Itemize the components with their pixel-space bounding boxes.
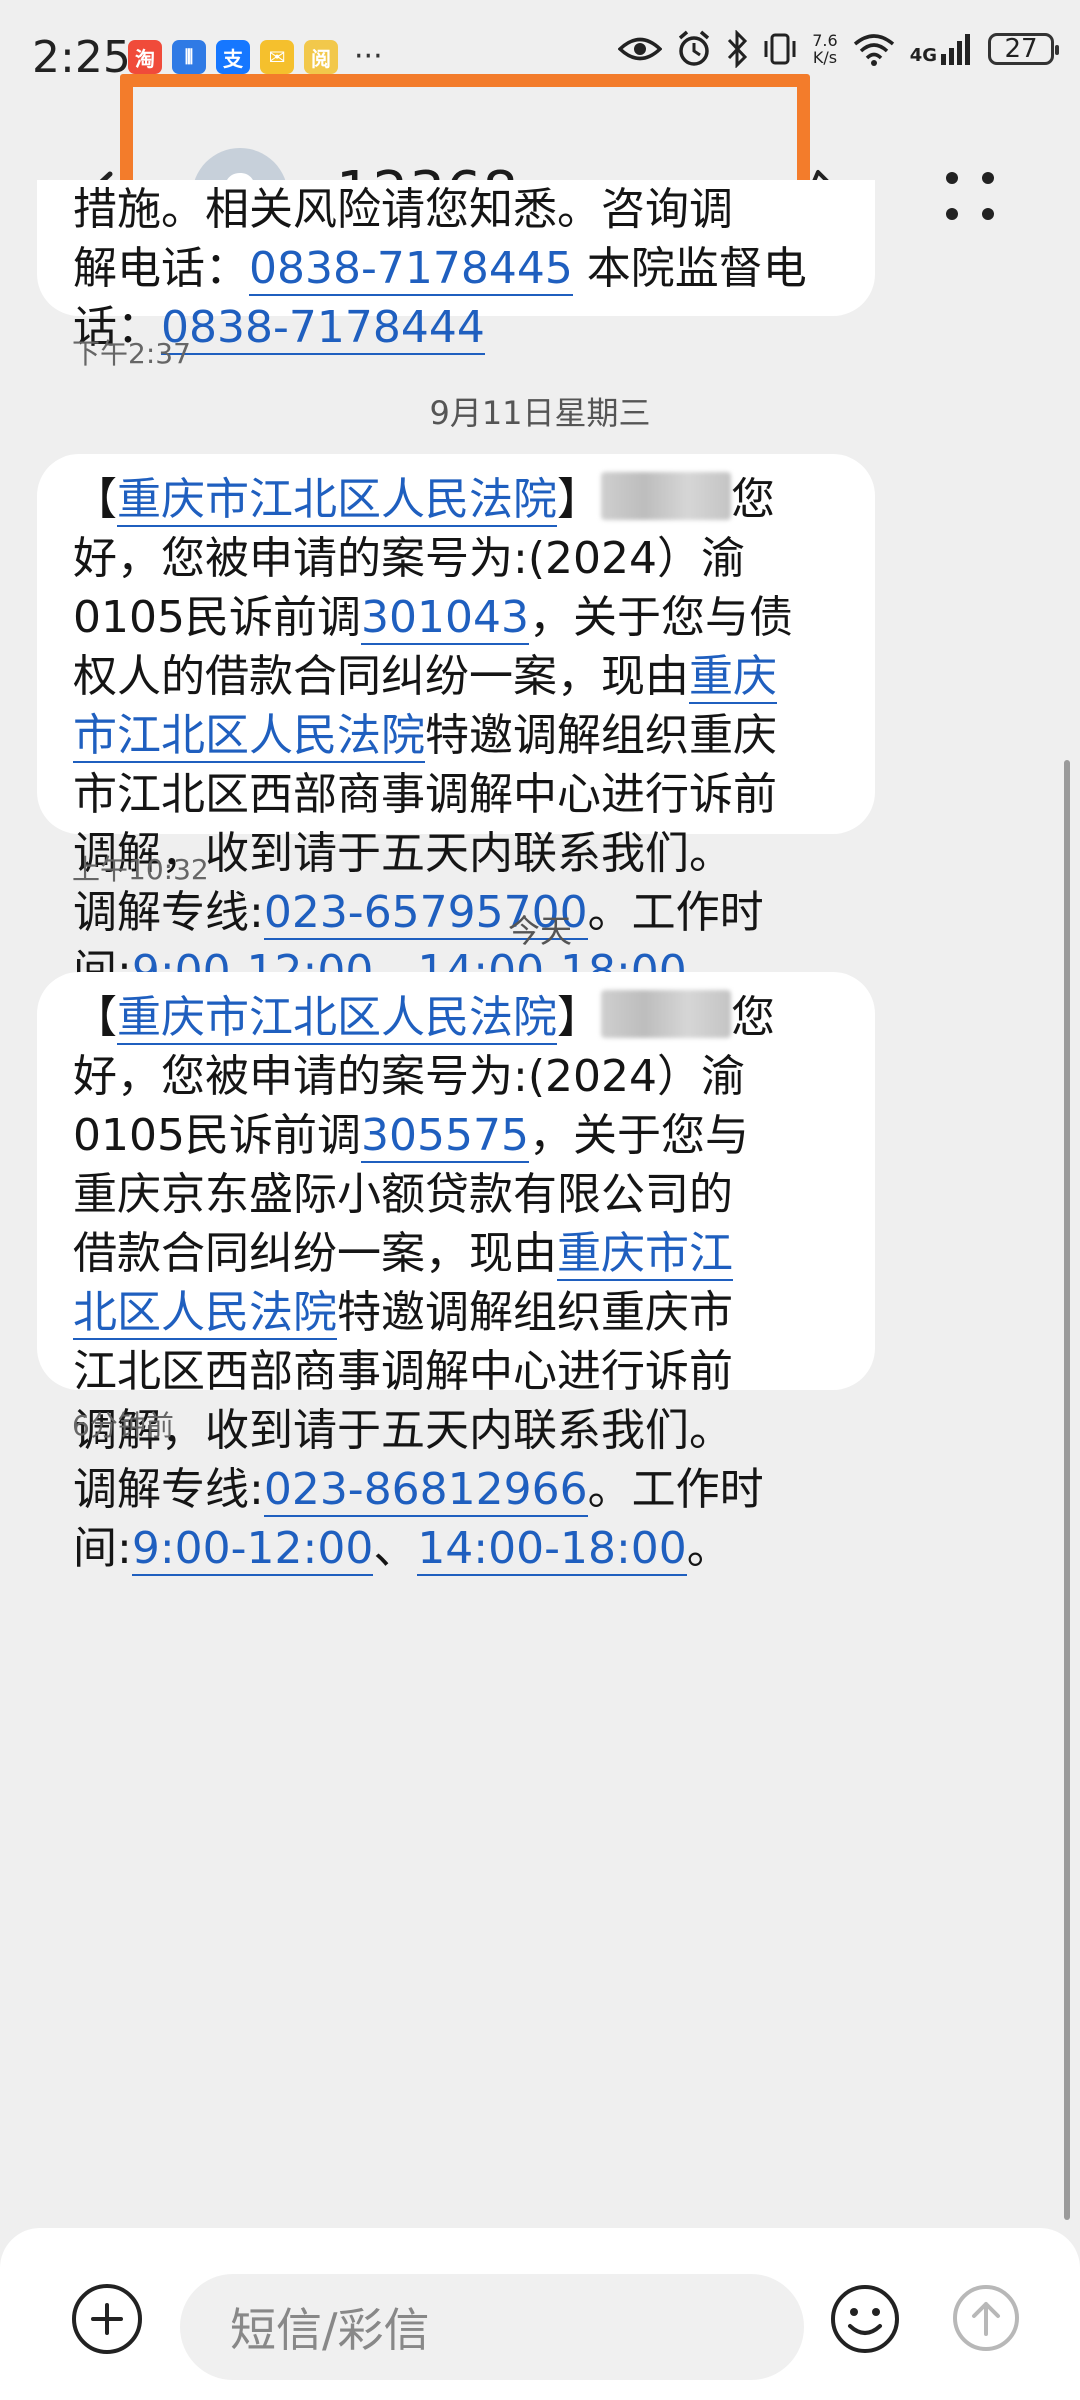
message-text: 好，您被申请的案号为:(2024）渝 — [73, 1051, 745, 1102]
message-link[interactable]: 重庆 — [689, 651, 777, 704]
message-bubble[interactable]: 措施。相关风险请您知悉。咨询调 解电话：0838-7178445 本院监督电 话：0… — [37, 180, 875, 355]
redacted-name — [601, 472, 731, 520]
net-speed: 7.6 K/s — [812, 32, 837, 66]
message-text: 江北区西部商事调解中心进行诉前 — [73, 1346, 733, 1397]
status-time: 2:25 — [32, 32, 131, 83]
bluetooth-icon — [728, 30, 748, 68]
more-options-icon[interactable] — [940, 166, 1000, 226]
send-button[interactable] — [950, 2282, 1022, 2354]
message-text: 。工作时 — [587, 1464, 764, 1515]
message-bubble[interactable]: 【重庆市江北区人民法院】您好，您被申请的案号为:(2024）渝 0105民诉前调3… — [37, 972, 875, 1576]
message-line: 市江北区人民法院特邀调解组织重庆 — [73, 706, 839, 765]
message-line: 0105民诉前调301043，关于您与债 — [73, 588, 839, 647]
message-line: 好，您被申请的案号为:(2024）渝 — [73, 1047, 839, 1106]
message-text: ，关于您与 — [528, 1110, 749, 1161]
message-link[interactable]: 重庆市江 — [557, 1228, 733, 1281]
mail-icon: ✉ — [260, 40, 294, 74]
message-input[interactable]: 短信/彩信 — [180, 2274, 804, 2380]
message-text: 措施。相关风险请您知悉。咨询调 — [73, 184, 733, 235]
message-link[interactable]: 北区人民法院 — [73, 1287, 337, 1340]
taobao-icon: 淘 — [128, 40, 162, 74]
message-link[interactable]: 市江北区人民法院 — [73, 710, 425, 763]
message-link[interactable]: 023-86812966 — [263, 1464, 588, 1517]
message-line: 间:9:00-12:00、14:00-18:00。 — [73, 1519, 839, 1578]
message-text: 本院监督电 — [572, 243, 807, 294]
alipay-icon: 支 — [216, 40, 250, 74]
scrollbar[interactable] — [1064, 760, 1070, 2220]
add-attachment-button[interactable] — [72, 2284, 142, 2354]
notification-icons: 淘 ⫴ 支 ✉ 阅 ··· — [128, 40, 383, 74]
message-text: 特邀调解组织重庆 — [425, 710, 777, 761]
message-text: 借款合同纠纷一案，现由 — [73, 1228, 557, 1279]
message-line: 解电话：0838-7178445 本院监督电 — [73, 239, 839, 298]
system-icons: 7.6 K/s 4G 27 — [618, 30, 1059, 68]
message-timestamp: 上午10:32 — [72, 853, 209, 886]
message-text: 好，您被申请的案号为:(2024）渝 — [73, 533, 745, 584]
message-line: 借款合同纠纷一案，现由重庆市江 — [73, 1224, 839, 1283]
message-text: ，关于您与债 — [528, 592, 793, 643]
message-input-placeholder: 短信/彩信 — [230, 2303, 430, 2357]
plus-icon — [91, 2303, 123, 2335]
message-text: 【 — [73, 474, 117, 525]
message-text: 】 — [557, 474, 601, 525]
reader-icon: 阅 — [304, 40, 338, 74]
message-link[interactable]: 重庆市江北区人民法院 — [117, 474, 557, 527]
message-line: 江北区西部商事调解中心进行诉前 — [73, 1342, 839, 1401]
battery-indicator: 27 — [988, 33, 1059, 65]
message-timestamp: 下午2:37 — [72, 337, 191, 370]
message-text: 解电话： — [73, 243, 249, 294]
message-text: 0105民诉前调 — [73, 592, 361, 643]
message-line: 【重庆市江北区人民法院】 您 — [73, 470, 839, 529]
message-link[interactable]: 0838-7178445 — [249, 243, 573, 296]
wifi-icon — [853, 34, 894, 66]
message-text: 、 — [373, 1523, 418, 1574]
more-notifications-icon: ··· — [354, 39, 383, 74]
message-text: 间: — [73, 1523, 132, 1574]
signal-icon — [941, 34, 970, 65]
message-text: 权人的借款合同纠纷一案，现由 — [73, 651, 689, 702]
message-text: 特邀调解组织重庆市 — [337, 1287, 733, 1338]
message-timestamp: 6分钟前 — [72, 1409, 174, 1442]
message-line: 北区人民法院特邀调解组织重庆市 — [73, 1283, 839, 1342]
message-link[interactable]: 305575 — [360, 1110, 529, 1163]
emoji-button[interactable] — [828, 2282, 902, 2356]
message-line: 好，您被申请的案号为:(2024）渝 — [73, 529, 839, 588]
message-text: 】 — [557, 992, 601, 1043]
alarm-icon — [679, 30, 710, 66]
message-line: 【重庆市江北区人民法院】 您 — [73, 988, 839, 1047]
net-speed-value: 7.6 — [812, 31, 838, 50]
eye-icon — [618, 37, 663, 61]
message-link[interactable]: 重庆市江北区人民法院 — [117, 992, 557, 1045]
message-link[interactable]: 301043 — [360, 592, 529, 645]
message-link[interactable]: 9:00-12:00 — [131, 1523, 374, 1576]
message-line: 调解专线:023-86812966。工作时 — [73, 1460, 839, 1519]
message-line: 市江北区西部商事调解中心进行诉前 — [73, 765, 839, 824]
message-text: 。 — [686, 1523, 731, 1574]
message-line: 0105民诉前调305575，关于您与 — [73, 1106, 839, 1165]
message-text: 您 — [731, 474, 775, 525]
message-text: 市江北区西部商事调解中心进行诉前 — [73, 769, 777, 820]
redacted-name — [601, 990, 731, 1038]
message-link[interactable]: 0838-7178444 — [161, 302, 485, 355]
message-bubble[interactable]: 【重庆市江北区人民法院】您好，您被申请的案号为:(2024）渝 0105民诉前调3… — [37, 454, 875, 999]
message-text: 您 — [731, 992, 775, 1043]
date-separator: 9月11日星期三 — [429, 394, 651, 432]
net-speed-unit: K/s — [812, 48, 838, 67]
message-text: 【 — [73, 992, 117, 1043]
message-line: 措施。相关风险请您知悉。咨询调 — [73, 180, 839, 239]
message-line: 调解，收到请于五天内联系我们。 — [73, 1401, 839, 1460]
message-link[interactable]: 14:00-18:00 — [417, 1523, 687, 1576]
message-text: 重庆京东盛际小额贷款有限公司的 — [73, 1169, 733, 1220]
date-separator: 今天 — [507, 912, 572, 950]
message-line: 重庆京东盛际小额贷款有限公司的 — [73, 1165, 839, 1224]
message-line: 权人的借款合同纠纷一案，现由重庆 — [73, 647, 839, 706]
message-text: 0105民诉前调 — [73, 1110, 361, 1161]
network-type: 4G — [909, 45, 937, 66]
alipay-audio-icon: ⫴ — [172, 40, 206, 74]
message-text: 调解专线: — [73, 1464, 264, 1515]
vibrate-icon — [764, 33, 796, 65]
battery-level: 27 — [1004, 34, 1038, 64]
